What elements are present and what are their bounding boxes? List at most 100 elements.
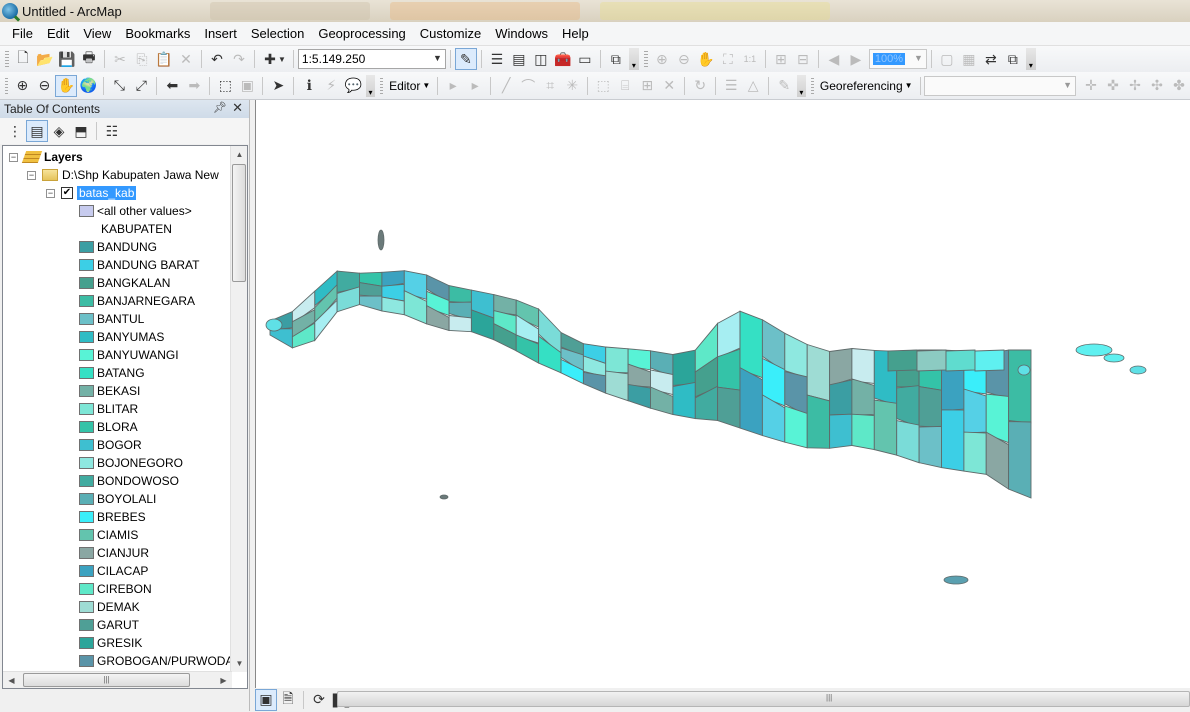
regency-polygon[interactable]	[784, 332, 808, 379]
search-window-icon[interactable]: ◫	[530, 48, 552, 70]
undo-icon[interactable]: ↶	[206, 48, 228, 70]
regency-polygon[interactable]	[739, 310, 763, 379]
menu-edit[interactable]: Edit	[41, 26, 75, 41]
regency-polygon[interactable]	[717, 348, 741, 391]
legend-item[interactable]: BATANG	[79, 364, 145, 382]
map-horizontal-scrollbar[interactable]: |||	[337, 691, 1190, 707]
legend-item[interactable]: DEMAK	[79, 598, 140, 616]
chevron-down-icon[interactable]: ▼	[1063, 80, 1072, 90]
legend-item[interactable]: CIREBON	[79, 580, 152, 598]
legend-swatch[interactable]	[79, 439, 94, 451]
regency-polygon[interactable]	[717, 386, 741, 429]
scroll-thumb[interactable]: |||	[23, 673, 190, 687]
data-view-icon[interactable]: ▣	[255, 688, 277, 711]
regency-polygon[interactable]	[806, 343, 831, 402]
sketch-properties-icon[interactable]: △	[742, 75, 764, 97]
legend-item[interactable]: BOJONEGORO	[79, 454, 183, 472]
regency-polygon[interactable]	[672, 381, 696, 420]
toolbar-grip[interactable]	[5, 77, 9, 94]
go-forward-extent-icon[interactable]: ➡	[183, 75, 205, 97]
legend-swatch[interactable]	[79, 601, 94, 613]
legend-swatch[interactable]	[79, 619, 94, 631]
redo-icon[interactable]: ↷	[228, 48, 250, 70]
legend-swatch[interactable]	[79, 565, 94, 577]
regency-polygon[interactable]	[672, 349, 696, 386]
menu-help[interactable]: Help	[556, 26, 595, 41]
edit-annotation-icon[interactable]: ▸	[464, 75, 486, 97]
legend-other-values[interactable]: <all other values>	[79, 202, 192, 220]
table-of-contents-icon[interactable]: ☰	[486, 48, 508, 70]
regency-polygon[interactable]	[963, 388, 987, 434]
add-control-points-icon[interactable]: ✛	[1080, 75, 1102, 97]
list-by-visibility-icon[interactable]: ◈	[48, 120, 70, 142]
legend-item[interactable]: CIAMIS	[79, 526, 138, 544]
attributes-icon[interactable]: ☰	[720, 75, 742, 97]
regency-polygon[interactable]	[359, 295, 383, 312]
legend-swatch[interactable]	[79, 295, 94, 307]
fixed-zoom-in-layout-icon[interactable]: ⊞	[770, 48, 792, 70]
tree-node-layer[interactable]: − ✔ batas_kab	[46, 184, 137, 202]
layer-visibility-checkbox[interactable]: ✔	[61, 187, 73, 199]
list-by-drawing-order-icon[interactable]: ⋮	[4, 120, 26, 142]
regency-polygon[interactable]	[582, 371, 607, 394]
regency-polygon[interactable]	[448, 285, 472, 304]
island-polygon[interactable]	[265, 318, 283, 332]
legend-item[interactable]: BANYUWANGI	[79, 346, 179, 364]
legend-swatch[interactable]	[79, 529, 94, 541]
regency-polygon[interactable]	[851, 348, 875, 385]
legend-swatch[interactable]	[79, 547, 94, 559]
regency-polygon[interactable]	[1008, 349, 1032, 424]
copy-icon[interactable]: ⎘	[131, 48, 153, 70]
regency-polygon[interactable]	[887, 349, 918, 372]
layout-view-icon[interactable]: 🗎	[277, 689, 299, 711]
legend-item[interactable]: BOGOR	[79, 436, 142, 454]
legend-swatch[interactable]	[79, 259, 94, 271]
legend-item[interactable]: CIANJUR	[79, 544, 149, 562]
collapse-toggle[interactable]: −	[27, 170, 36, 180]
regency-polygon[interactable]	[918, 386, 942, 428]
regency-polygon[interactable]	[945, 349, 976, 372]
options-icon[interactable]: ☷	[101, 120, 123, 142]
scroll-right-arrow[interactable]: ▶	[215, 672, 232, 688]
regency-polygon[interactable]	[806, 394, 831, 449]
legend-swatch[interactable]	[79, 349, 94, 361]
fixed-zoom-out-layout-icon[interactable]: ⊟	[792, 48, 814, 70]
toc-horizontal-scrollbar[interactable]: ◀ ||| ▶	[3, 671, 232, 688]
legend-swatch[interactable]	[79, 637, 94, 649]
map-scale-combo[interactable]: 1:5.149.250 ▼	[297, 49, 446, 69]
reshape-feature-icon[interactable]: ⌸	[614, 75, 636, 97]
end-point-arc-icon[interactable]: ⌒	[517, 75, 539, 97]
island-polygon[interactable]	[1075, 343, 1113, 357]
legend-item[interactable]: CILACAP	[79, 562, 148, 580]
legend-item[interactable]: BEKASI	[79, 382, 140, 400]
regency-polygon[interactable]	[873, 399, 898, 456]
tree-node-layers[interactable]: − Layers	[9, 148, 83, 166]
create-features-icon[interactable]: ✎	[773, 75, 795, 97]
scroll-thumb[interactable]	[232, 164, 246, 282]
island-polygon[interactable]	[1129, 365, 1147, 375]
layout-zoom-combo[interactable]: 100% ▼	[868, 49, 927, 69]
regency-polygon[interactable]	[896, 420, 920, 464]
html-popup-icon[interactable]: 💬	[342, 75, 364, 97]
hyperlink-icon[interactable]: ⚡	[320, 75, 342, 97]
save-icon[interactable]: 💾	[56, 48, 78, 70]
toolbar-grip[interactable]	[5, 51, 9, 67]
edit-tool-icon[interactable]: ▸	[442, 75, 464, 97]
legend-swatch[interactable]	[79, 313, 94, 325]
delete-icon[interactable]: ✕	[175, 48, 197, 70]
layout-forward-icon[interactable]: ▶	[845, 48, 867, 70]
zoom-in-icon[interactable]: ⊕	[11, 75, 33, 97]
legend-item[interactable]: BANGKALAN	[79, 274, 170, 292]
layer-name[interactable]: batas_kab	[77, 186, 137, 200]
legend-item[interactable]: BANDUNG BARAT	[79, 256, 199, 274]
regency-polygon[interactable]	[918, 425, 942, 469]
regency-polygon[interactable]	[851, 413, 875, 451]
island-polygon[interactable]	[439, 494, 449, 500]
regency-polygon[interactable]	[916, 349, 947, 372]
legend-item[interactable]: GARUT	[79, 616, 139, 634]
toolbar-options-chevron[interactable]: ▾	[628, 48, 639, 70]
tree-node-folder[interactable]: − D:\Shp Kabupaten Jawa New	[27, 166, 219, 184]
menu-insert[interactable]: Insert	[198, 26, 243, 41]
map-view[interactable]	[255, 100, 1190, 688]
menu-bookmarks[interactable]: Bookmarks	[119, 26, 196, 41]
